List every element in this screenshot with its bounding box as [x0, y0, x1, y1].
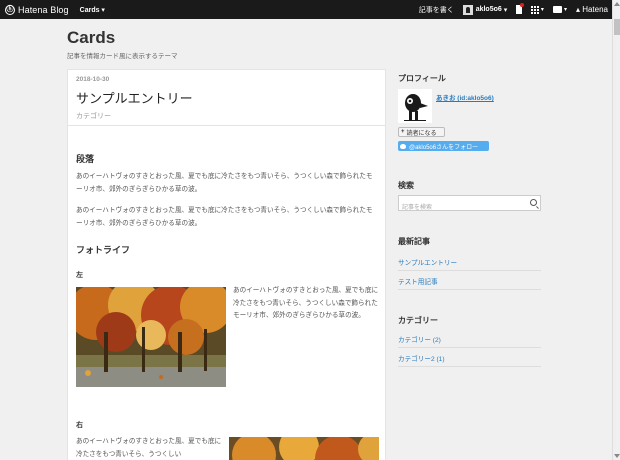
subscribe-button[interactable]: + 読者になる	[398, 127, 445, 137]
global-header-bar: ⓗ Hatena Blog Cards ▾ 記事を書く aklo5o6 ▾ ▾ …	[0, 0, 612, 19]
entry-title[interactable]: サンプルエントリー	[76, 88, 193, 107]
autumn-photo-left	[76, 287, 226, 387]
scrollbar-thumb[interactable]	[614, 19, 620, 35]
grid-icon	[531, 5, 540, 14]
profile-avatar[interactable]	[398, 89, 432, 123]
twitter-bird-icon	[400, 143, 406, 149]
left-photo-text: あのイーハトヴォのすきとおった風、夏でも底に冷たさをもつ青いそら、うつくしい森で…	[233, 287, 379, 319]
right-label: 右	[76, 422, 83, 429]
category-section: カテゴリー	[398, 315, 541, 326]
search-heading: 検索	[398, 181, 414, 190]
divider	[398, 347, 541, 348]
divider	[398, 270, 541, 271]
blog-menu-dropdown[interactable]: Cards ▾	[80, 6, 105, 14]
blog-description: 記事を情報カード風に表示するテーマ	[67, 53, 178, 60]
recent-heading: 最新記事	[398, 237, 430, 246]
divider	[398, 289, 541, 290]
recent-link-1[interactable]: サンプルエントリー	[398, 257, 541, 267]
divider	[68, 125, 385, 126]
search-section: 検索	[398, 180, 541, 191]
entry-date[interactable]: 2018-10-30	[76, 76, 109, 83]
username-label: aklo5o6	[475, 6, 502, 13]
entry-card: 2018-10-30 サンプルエントリー カテゴリー 段落 あのイーハトヴォのす…	[67, 69, 386, 460]
photolife-heading: フォトライフ	[76, 245, 131, 255]
left-label: 左	[76, 272, 83, 279]
blog-title[interactable]: Cards	[67, 28, 115, 48]
profile-name-link[interactable]: あきお (id:aklo5o6)	[436, 92, 494, 102]
recent-section: 最新記事	[398, 236, 541, 247]
category-heading: カテゴリー	[398, 316, 438, 325]
hatena-label: Hatena	[582, 5, 608, 14]
plus-icon: +	[401, 129, 405, 135]
user-menu[interactable]: aklo5o6 ▾	[462, 4, 507, 15]
search-icon[interactable]	[530, 199, 537, 206]
blog-menu-label: Cards	[79, 6, 100, 14]
category-link-1[interactable]: カテゴリー (2)	[398, 334, 541, 344]
paragraph-text-2: あのイーハトヴォのすきとおった風、夏でも底に冷たさをもつ青いそら、うつくしい森で…	[76, 207, 373, 227]
entry-category[interactable]: カテゴリー	[76, 111, 111, 121]
right-photo-text: あのイーハトヴォのすきとおった風、夏でも底に冷たさをもつ青いそら、うつくしい	[76, 438, 222, 458]
hatena-blog-logo[interactable]: ⓗ Hatena Blog	[5, 4, 69, 15]
category-link-2[interactable]: カテゴリー2 (1)	[398, 353, 541, 363]
divider	[398, 366, 541, 367]
twitter-follow-label: @aklo5o6さんをフォロー	[409, 144, 479, 151]
scroll-down-arrow-icon[interactable]	[614, 454, 620, 458]
brand-name: Hatena Blog	[18, 4, 69, 15]
twitter-follow-button[interactable]: @aklo5o6さんをフォロー	[398, 141, 489, 151]
speech-bubble-icon	[552, 6, 562, 13]
paragraph-heading: 段落	[76, 154, 95, 164]
autumn-photo-right	[229, 437, 379, 460]
paragraph-text-1: あのイーハトヴォのすきとおった風、夏でも底に冷たさをもつ青いそら、うつくしい森で…	[76, 173, 373, 193]
notification-icon[interactable]	[516, 3, 525, 14]
profile-heading: プロフィール	[398, 73, 541, 84]
recent-link-2[interactable]: テスト用記事	[398, 276, 541, 286]
scroll-up-arrow-icon[interactable]	[614, 2, 620, 6]
page-scrollbar[interactable]	[612, 0, 620, 460]
search-box[interactable]	[398, 195, 541, 215]
search-input[interactable]	[399, 201, 519, 215]
hatena-link[interactable]: ▴ Hatena	[576, 5, 608, 14]
apps-menu[interactable]: ▾	[531, 5, 544, 14]
user-avatar	[462, 4, 473, 15]
comments-menu[interactable]: ▾	[552, 6, 567, 13]
hatena-logo-icon: ⓗ	[5, 4, 15, 15]
subscribe-label: 読者になる	[406, 130, 437, 137]
write-article-button[interactable]: 記事を書く	[419, 5, 454, 15]
profile-heading-text: プロフィール	[398, 74, 446, 83]
